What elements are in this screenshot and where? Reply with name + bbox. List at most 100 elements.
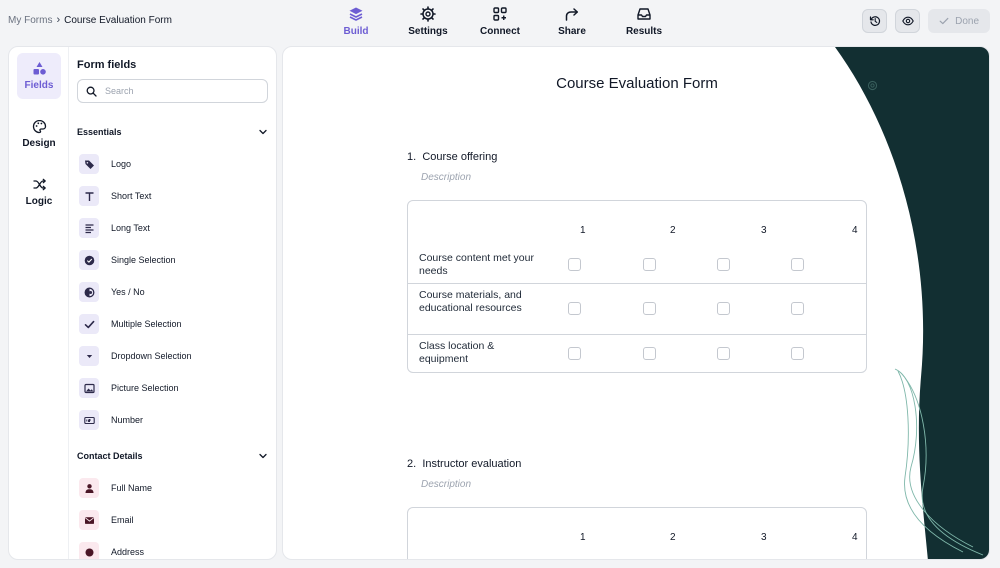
breadcrumb-my-forms[interactable]: My Forms xyxy=(8,15,52,26)
gear-icon[interactable] xyxy=(866,79,879,92)
rail-logic-label: Logic xyxy=(25,196,53,207)
matrix-checkbox[interactable] xyxy=(568,302,581,315)
matrix-checkbox[interactable] xyxy=(717,302,730,315)
tab-build-label: Build xyxy=(343,26,369,37)
question-2-description[interactable]: Description xyxy=(421,479,471,490)
field-item-dropdown-selection[interactable]: Dropdown Selection xyxy=(79,345,192,367)
field-item-multiple-selection[interactable]: Multiple Selection xyxy=(79,313,182,335)
matrix-column-label: 4 xyxy=(852,225,858,236)
matrix-column-label: 1 xyxy=(580,532,586,543)
matrix-row: Course content met your needs xyxy=(408,249,866,284)
question-1-matrix: 1 2 3 4 Course content met your needs Co… xyxy=(407,200,867,373)
question-1-title[interactable]: 1. Course offering xyxy=(407,151,497,163)
check-icon xyxy=(939,17,949,25)
chevron-down-icon xyxy=(259,129,267,135)
panel-title: Form fields xyxy=(77,59,137,71)
field-item-address[interactable]: Address xyxy=(79,541,144,559)
field-item-full-name[interactable]: Full Name xyxy=(79,477,152,499)
question-2-title[interactable]: 2. Instructor evaluation xyxy=(407,458,521,470)
breadcrumb-current: Course Evaluation Form xyxy=(64,14,172,26)
eye-icon xyxy=(901,16,914,26)
form-title[interactable]: Course Evaluation Form xyxy=(283,75,989,92)
breadcrumb-separator: › xyxy=(56,14,61,26)
section-contact-title: Contact Details xyxy=(77,451,143,461)
rail-design-label: Design xyxy=(22,138,56,149)
matrix-checkbox[interactable] xyxy=(643,347,656,360)
rail-fields-label: Fields xyxy=(24,80,54,91)
rail-item-logic[interactable]: Logic xyxy=(17,169,61,215)
field-item-label: Short Text xyxy=(111,191,152,201)
field-item-email[interactable]: Email xyxy=(79,509,134,531)
question-number: 1. xyxy=(407,151,417,163)
number-icon xyxy=(79,410,99,430)
question-label: Instructor evaluation xyxy=(422,458,522,470)
checkmark-icon xyxy=(79,314,99,334)
rail-item-fields[interactable]: Fields xyxy=(17,53,61,99)
preview-button[interactable] xyxy=(895,9,921,33)
matrix-checkbox[interactable] xyxy=(568,347,581,360)
search-box[interactable] xyxy=(77,79,268,103)
matrix-row-label: Course content met your needs xyxy=(419,252,534,277)
search-input[interactable] xyxy=(105,86,245,96)
field-item-short-text[interactable]: Short Text xyxy=(79,185,151,207)
text-t-icon xyxy=(79,186,99,206)
tab-share-label: Share xyxy=(558,26,586,37)
field-item-picture-selection[interactable]: Picture Selection xyxy=(79,377,179,399)
layers-icon xyxy=(349,7,363,21)
matrix-checkbox[interactable] xyxy=(568,258,581,271)
tab-results[interactable]: Results xyxy=(608,6,680,37)
question-number: 2. xyxy=(407,458,417,470)
matrix-checkbox[interactable] xyxy=(717,347,730,360)
palette-icon xyxy=(32,119,46,134)
left-panel: Fields Design Logic Form fields Search E… xyxy=(8,46,277,560)
field-item-long-text[interactable]: Long Text xyxy=(79,217,150,239)
tab-build[interactable]: Build xyxy=(320,6,392,37)
field-item-logo[interactable]: Logo xyxy=(79,153,131,175)
envelope-icon xyxy=(79,510,99,530)
inbox-icon xyxy=(637,8,651,20)
matrix-checkbox[interactable] xyxy=(643,258,656,271)
matrix-checkbox[interactable] xyxy=(717,258,730,271)
paragraph-icon xyxy=(79,218,99,238)
matrix-row: Class location & equipment xyxy=(408,335,866,372)
matrix-checkbox[interactable] xyxy=(791,302,804,315)
question-1-description[interactable]: Description xyxy=(421,172,471,183)
tab-settings-label: Settings xyxy=(408,26,448,37)
picture-icon xyxy=(79,378,99,398)
field-item-yes-no[interactable]: Yes / No xyxy=(79,281,145,303)
tab-settings[interactable]: Settings xyxy=(392,6,464,37)
done-button[interactable]: Done xyxy=(928,9,990,33)
section-essentials[interactable]: Essentials xyxy=(77,127,268,137)
top-actions: Done xyxy=(862,9,990,33)
form-canvas: Course Evaluation Form 1. Course offerin… xyxy=(282,46,990,560)
field-item-label: Number xyxy=(111,415,144,425)
matrix-row: Course materials, and educational resour… xyxy=(408,284,866,335)
rail-item-design[interactable]: Design xyxy=(17,111,61,157)
field-item-number[interactable]: Number xyxy=(79,409,143,431)
field-item-label: Multiple Selection xyxy=(111,319,182,329)
matrix-checkbox[interactable] xyxy=(643,302,656,315)
matrix-column-label: 1 xyxy=(580,225,586,236)
section-contact-details[interactable]: Contact Details xyxy=(77,451,268,461)
location-icon xyxy=(79,542,99,559)
toggle-half-icon xyxy=(79,282,99,302)
shuffle-icon xyxy=(33,178,46,191)
field-item-single-selection[interactable]: Single Selection xyxy=(79,249,176,271)
matrix-row-label: Class location & equipment xyxy=(419,340,495,365)
history-button[interactable] xyxy=(862,9,888,33)
tab-connect[interactable]: Connect xyxy=(464,6,536,37)
field-item-label: Full Name xyxy=(111,483,153,493)
search-icon xyxy=(86,86,97,97)
matrix-checkbox[interactable] xyxy=(791,258,804,271)
dropdown-icon xyxy=(79,346,99,366)
matrix-checkbox[interactable] xyxy=(791,347,804,360)
breadcrumb: My Forms › Course Evaluation Form xyxy=(8,14,172,26)
main-nav: Build Settings Connect Share Results xyxy=(320,6,680,37)
question-label: Course offering xyxy=(422,151,498,163)
tab-connect-label: Connect xyxy=(480,26,520,37)
tab-share[interactable]: Share xyxy=(536,6,608,37)
question-2-matrix: 1 2 3 4 xyxy=(407,507,867,559)
fields-panel: Form fields Essentials Logo Short Text L… xyxy=(77,47,276,559)
done-label: Done xyxy=(955,15,979,27)
matrix-header: 1 2 3 4 xyxy=(408,508,866,556)
